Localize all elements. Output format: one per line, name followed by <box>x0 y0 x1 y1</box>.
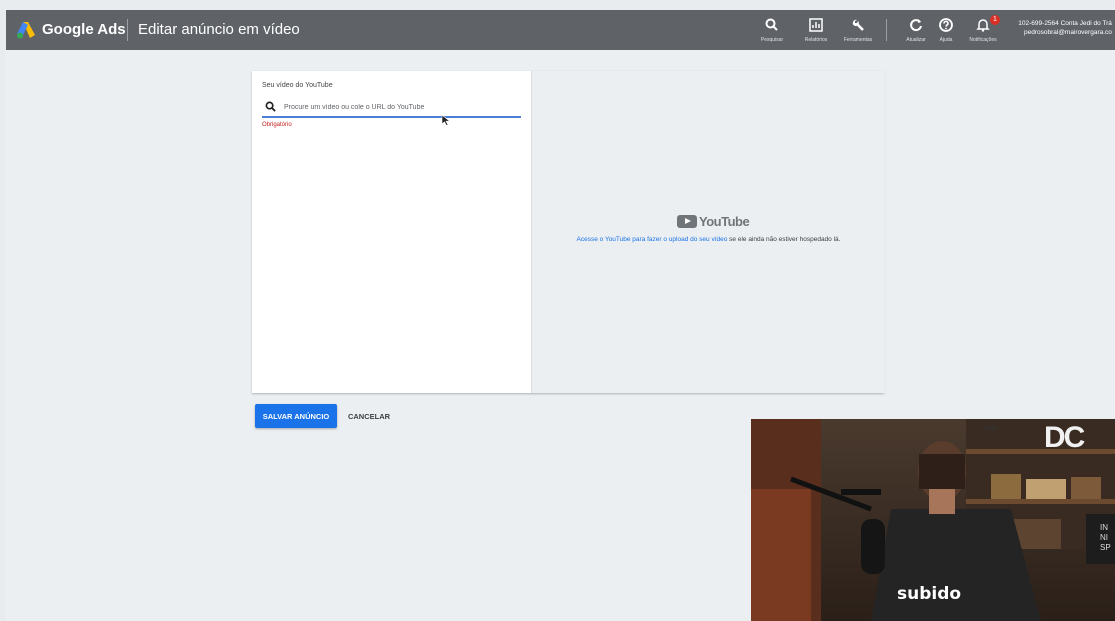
google-ads-logo-icon[interactable] <box>16 21 36 39</box>
help-icon <box>939 18 953 32</box>
upload-hint-text: Acesse o YouTube para fazer o upload do … <box>532 236 885 243</box>
webcam-shirt-text: sub <box>983 423 998 432</box>
reports-tool-button[interactable]: Relatórios <box>794 17 838 43</box>
reports-icon <box>809 18 823 32</box>
bell-icon <box>976 19 990 32</box>
youtube-video-field-label: Seu vídeo do YouTube <box>262 82 333 89</box>
video-preview-panel: YouTube Acesse o YouTube para fazer o up… <box>531 71 885 393</box>
video-ad-editor-card: Seu vídeo do YouTube Obrigatório YouTube… <box>252 71 885 393</box>
search-tool-button[interactable]: Pesquisar <box>750 17 794 43</box>
youtube-search-input[interactable] <box>284 100 519 114</box>
refresh-icon <box>910 19 922 32</box>
youtube-wordmark: YouTube <box>699 214 750 230</box>
save-ad-button[interactable]: SALVAR ANÚNCIO <box>255 404 337 428</box>
search-tool-label: Pesquisar <box>760 37 784 43</box>
toolbar-divider <box>886 19 887 41</box>
required-error-text: Obrigatório <box>262 122 292 128</box>
wrench-icon <box>852 19 864 31</box>
search-icon <box>265 101 276 112</box>
youtube-play-icon <box>677 215 697 229</box>
search-input-underline <box>262 116 521 118</box>
notifications-label: Notificações <box>969 37 997 43</box>
upload-hint-suffix: se ele ainda não estiver hospedado lá. <box>727 236 841 243</box>
youtube-logo: YouTube <box>677 213 750 231</box>
tools-button[interactable]: Ferramentas <box>836 17 880 43</box>
account-email: pedrosobral@mairovergara.co <box>1024 29 1112 36</box>
header-divider <box>127 19 128 41</box>
mouse-cursor-icon <box>441 114 451 126</box>
webcam-overlay: sub DC IN NI SP subido <box>751 419 1115 621</box>
webcam-side-text: IN NI SP <box>1100 523 1111 552</box>
brand-name[interactable]: Google Ads <box>42 21 126 38</box>
webcam-caption: subido <box>897 584 962 604</box>
webcam-dc-sign: DC <box>1044 421 1085 454</box>
reports-tool-label: Relatórios <box>804 37 828 43</box>
youtube-upload-link[interactable]: Acesse o YouTube para fazer o upload do … <box>577 236 728 243</box>
tools-label: Ferramentas <box>843 37 873 43</box>
notification-badge: 1 <box>990 15 1000 25</box>
cancel-button[interactable]: CANCELAR <box>340 404 398 428</box>
top-app-bar: Google Ads Editar anúncio em vídeo Pesqu… <box>6 10 1115 50</box>
account-id: 102-699-2564 Conta Jedi do Trá <box>1018 20 1112 27</box>
account-switcher[interactable]: 102-699-2564 Conta Jedi do Trá pedrosobr… <box>1012 19 1112 37</box>
page-title: Editar anúncio em vídeo <box>138 21 300 38</box>
search-icon <box>765 18 778 31</box>
